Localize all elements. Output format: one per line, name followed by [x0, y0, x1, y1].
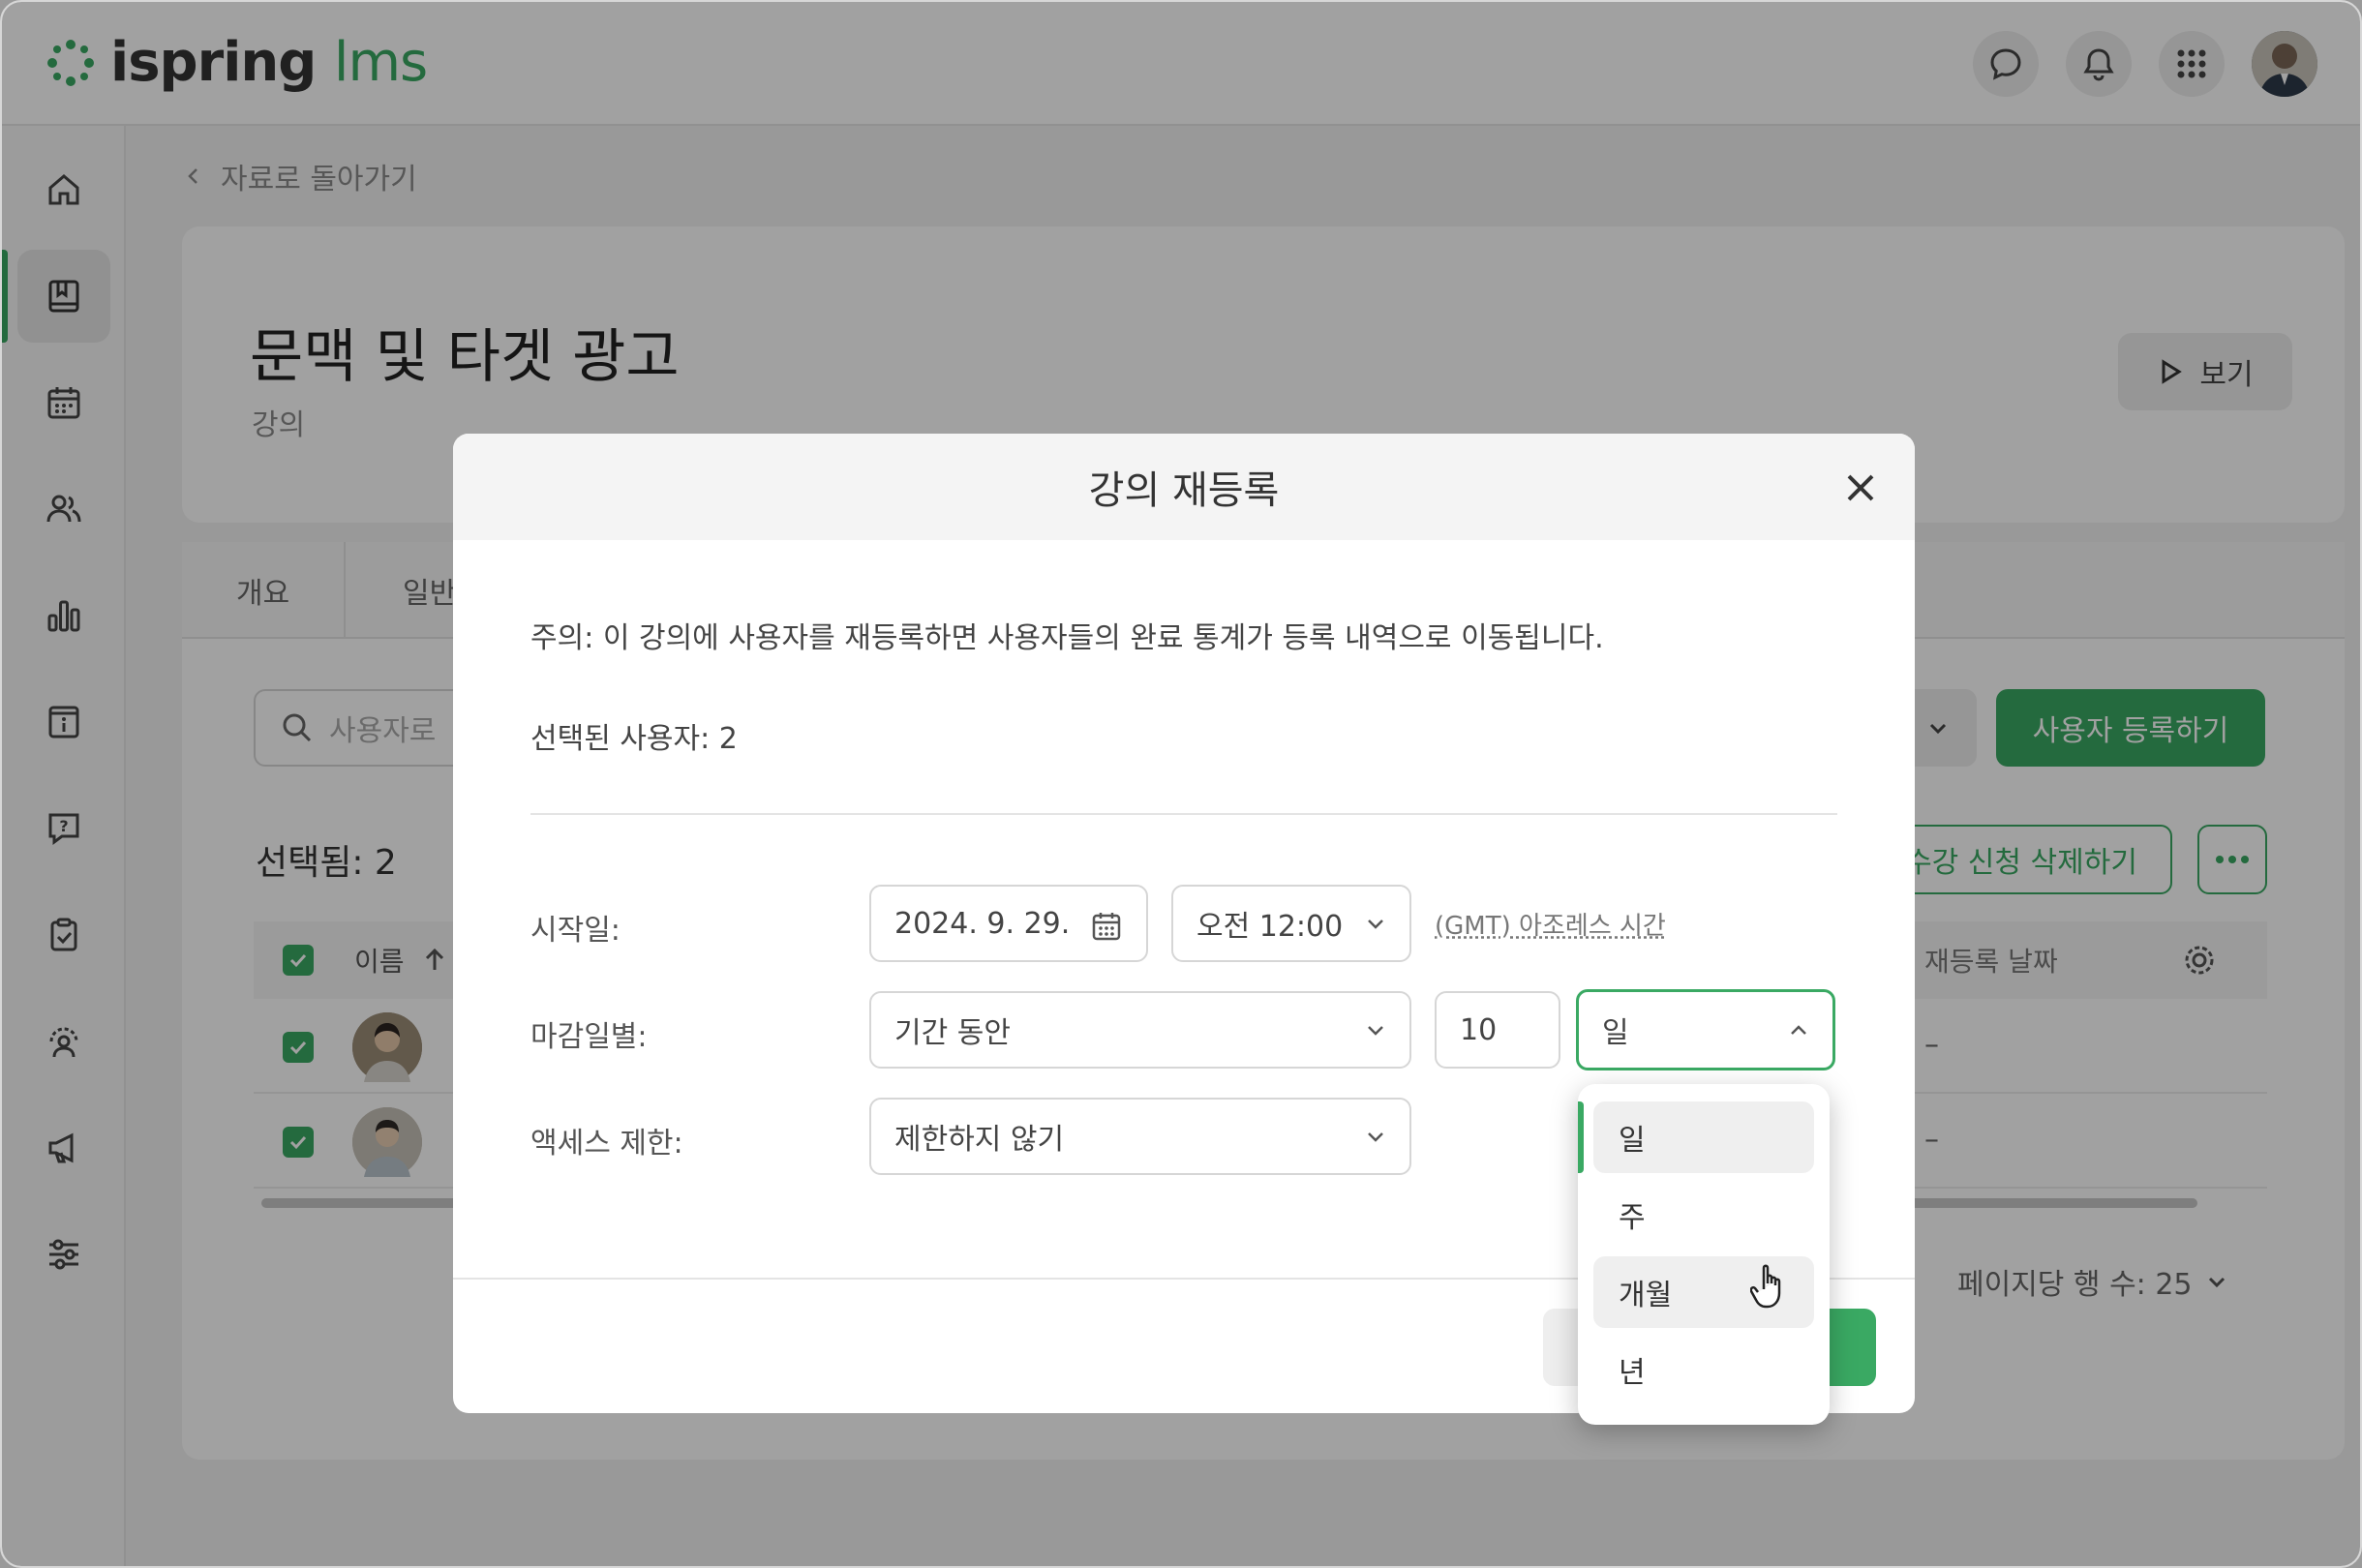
- divider: [530, 813, 1837, 815]
- chevron-down-icon: [1368, 1026, 1383, 1036]
- menu-item-week[interactable]: 주: [1593, 1179, 1814, 1251]
- due-date-label: 마감일별:: [530, 1020, 648, 1054]
- start-time-select[interactable]: 오전 12:00: [1171, 885, 1411, 962]
- chevron-down-icon: [1368, 920, 1383, 929]
- start-date-label: 시작일:: [530, 914, 621, 948]
- notice-text: 주의: 이 강의에 사용자를 재등록하면 사용자들의 완료 통계가 등록 내역으…: [530, 621, 1604, 655]
- selected-indicator: [1578, 1101, 1584, 1173]
- selected-users-text: 선택된 사용자: 2: [530, 722, 738, 756]
- unit-dropdown-menu: 일 주 개월 년: [1578, 1084, 1830, 1425]
- due-unit-select[interactable]: 일: [1576, 989, 1835, 1070]
- dialog-header: 강의 재등록: [453, 434, 1915, 540]
- menu-item-year[interactable]: 년: [1593, 1334, 1814, 1405]
- access-limit-select[interactable]: 제한하지 않기: [869, 1098, 1411, 1175]
- chevron-down-icon: [1368, 1132, 1383, 1142]
- dialog-title: 강의 재등록: [1088, 468, 1280, 513]
- calendar-icon: [1092, 913, 1121, 941]
- due-mode-select[interactable]: 기간 동안: [869, 991, 1411, 1069]
- start-date-input[interactable]: 2024. 9. 29.: [869, 885, 1148, 962]
- access-limit-label: 액세스 제한:: [530, 1127, 683, 1161]
- due-amount-input[interactable]: 10: [1435, 991, 1560, 1069]
- hand-cursor-icon: [1750, 1264, 1781, 1309]
- app-window: ispring lms ? 자료로 돌아가기 문맥 및 타겟 광고 강의 보기 …: [0, 0, 2362, 1568]
- chevron-up-icon: [1791, 1025, 1806, 1035]
- timezone-link[interactable]: (GMT) 아조레스 시간: [1435, 906, 1666, 942]
- menu-item-day[interactable]: 일: [1593, 1101, 1814, 1173]
- close-icon[interactable]: [1841, 468, 1880, 507]
